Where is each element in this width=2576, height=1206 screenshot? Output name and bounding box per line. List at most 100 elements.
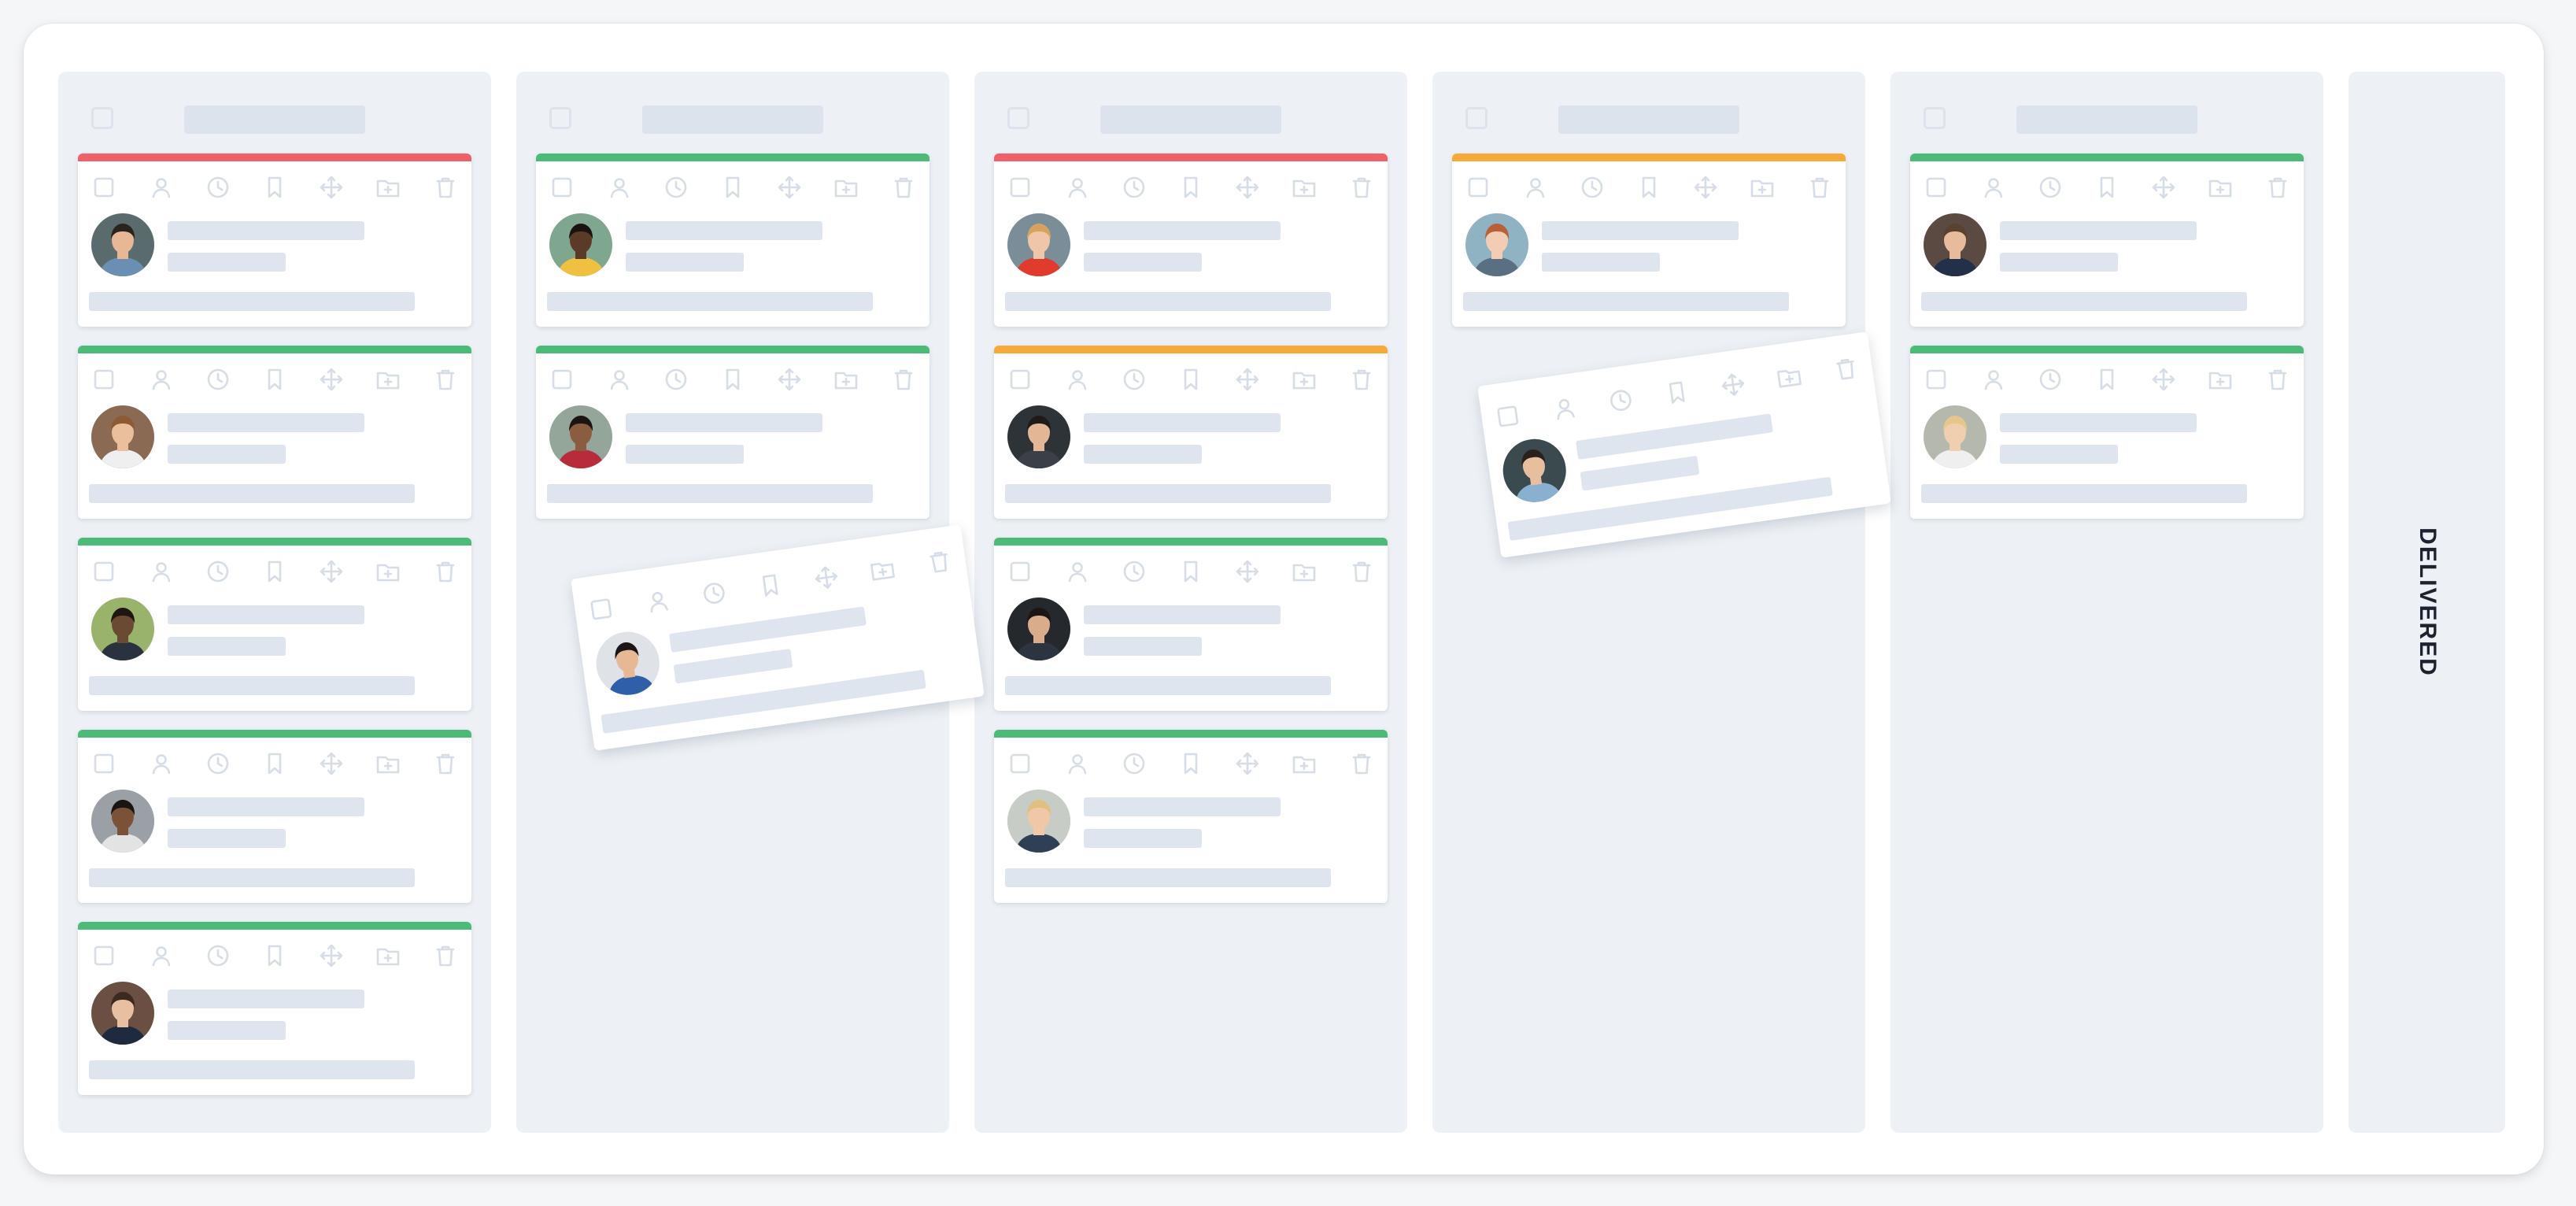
user-icon[interactable] <box>1522 174 1549 201</box>
folder-add-icon[interactable] <box>833 174 859 201</box>
task-card[interactable] <box>536 154 930 327</box>
trash-icon[interactable] <box>890 366 917 393</box>
trash-icon[interactable] <box>1806 174 1833 201</box>
user-icon[interactable] <box>148 942 175 969</box>
folder-add-icon[interactable] <box>375 366 401 393</box>
move-icon[interactable] <box>318 366 345 393</box>
user-icon[interactable] <box>1064 366 1091 393</box>
move-icon[interactable] <box>811 562 841 592</box>
trash-icon[interactable] <box>1831 353 1861 383</box>
user-icon[interactable] <box>148 558 175 585</box>
bookmark-icon[interactable] <box>261 558 288 585</box>
clock-icon[interactable] <box>1606 385 1635 415</box>
move-icon[interactable] <box>1234 750 1261 777</box>
checkbox-icon[interactable] <box>91 174 117 201</box>
clock-icon[interactable] <box>1121 174 1148 201</box>
folder-add-icon[interactable] <box>1291 750 1318 777</box>
folder-add-icon[interactable] <box>1291 174 1318 201</box>
checkbox-icon[interactable] <box>1493 401 1523 431</box>
clock-icon[interactable] <box>205 366 231 393</box>
checkbox-icon[interactable] <box>549 366 575 393</box>
trash-icon[interactable] <box>2264 366 2291 393</box>
move-icon[interactable] <box>318 750 345 777</box>
folder-add-icon[interactable] <box>375 558 401 585</box>
clock-icon[interactable] <box>2037 366 2064 393</box>
clock-icon[interactable] <box>699 578 729 608</box>
folder-add-icon[interactable] <box>1774 361 1804 391</box>
checkbox-icon[interactable] <box>1923 174 1950 201</box>
move-icon[interactable] <box>776 174 803 201</box>
clock-icon[interactable] <box>205 174 231 201</box>
trash-icon[interactable] <box>432 942 459 969</box>
folder-add-icon[interactable] <box>1749 174 1776 201</box>
folder-add-icon[interactable] <box>833 366 859 393</box>
checkbox-icon[interactable] <box>91 558 117 585</box>
trash-icon[interactable] <box>1348 558 1375 585</box>
column-select-checkbox[interactable] <box>91 107 113 129</box>
delivered-column[interactable]: DELIVERED <box>2349 72 2505 1133</box>
task-card[interactable] <box>536 346 930 519</box>
move-icon[interactable] <box>1234 174 1261 201</box>
user-icon[interactable] <box>1064 174 1091 201</box>
checkbox-icon[interactable] <box>91 942 117 969</box>
clock-icon[interactable] <box>1579 174 1606 201</box>
trash-icon[interactable] <box>1348 750 1375 777</box>
trash-icon[interactable] <box>432 558 459 585</box>
trash-icon[interactable] <box>432 366 459 393</box>
checkbox-icon[interactable] <box>91 366 117 393</box>
checkbox-icon[interactable] <box>1465 174 1491 201</box>
task-card[interactable] <box>1910 154 2304 327</box>
checkbox-icon[interactable] <box>91 750 117 777</box>
move-icon[interactable] <box>318 558 345 585</box>
folder-add-icon[interactable] <box>1291 558 1318 585</box>
task-card[interactable] <box>1452 154 1846 327</box>
task-card[interactable] <box>78 154 471 327</box>
trash-icon[interactable] <box>890 174 917 201</box>
move-icon[interactable] <box>1718 369 1748 399</box>
user-icon[interactable] <box>606 366 633 393</box>
column-select-checkbox[interactable] <box>1007 107 1029 129</box>
user-icon[interactable] <box>1980 366 2007 393</box>
trash-icon[interactable] <box>432 750 459 777</box>
clock-icon[interactable] <box>663 174 689 201</box>
bookmark-icon[interactable] <box>755 570 785 600</box>
task-card[interactable] <box>994 346 1388 519</box>
column-select-checkbox[interactable] <box>1465 107 1488 129</box>
checkbox-icon[interactable] <box>586 594 616 624</box>
bookmark-icon[interactable] <box>1661 377 1691 407</box>
user-icon[interactable] <box>1550 393 1580 423</box>
folder-add-icon[interactable] <box>375 174 401 201</box>
task-card[interactable] <box>1910 346 2304 519</box>
folder-add-icon[interactable] <box>375 942 401 969</box>
clock-icon[interactable] <box>1121 750 1148 777</box>
task-card[interactable] <box>78 922 471 1095</box>
user-icon[interactable] <box>606 174 633 201</box>
user-icon[interactable] <box>643 586 673 616</box>
checkbox-icon[interactable] <box>1007 558 1033 585</box>
task-card[interactable] <box>78 346 471 519</box>
move-icon[interactable] <box>318 942 345 969</box>
clock-icon[interactable] <box>1121 366 1148 393</box>
folder-add-icon[interactable] <box>2207 174 2234 201</box>
clock-icon[interactable] <box>663 366 689 393</box>
bookmark-icon[interactable] <box>1177 366 1204 393</box>
checkbox-icon[interactable] <box>549 174 575 201</box>
bookmark-icon[interactable] <box>2094 366 2120 393</box>
bookmark-icon[interactable] <box>261 750 288 777</box>
task-card[interactable] <box>994 538 1388 711</box>
trash-icon[interactable] <box>924 546 954 576</box>
user-icon[interactable] <box>1064 558 1091 585</box>
clock-icon[interactable] <box>2037 174 2064 201</box>
clock-icon[interactable] <box>205 558 231 585</box>
bookmark-icon[interactable] <box>719 174 746 201</box>
checkbox-icon[interactable] <box>1007 366 1033 393</box>
trash-icon[interactable] <box>432 174 459 201</box>
trash-icon[interactable] <box>1348 174 1375 201</box>
task-card[interactable] <box>994 154 1388 327</box>
user-icon[interactable] <box>148 366 175 393</box>
move-icon[interactable] <box>1234 366 1261 393</box>
checkbox-icon[interactable] <box>1923 366 1950 393</box>
bookmark-icon[interactable] <box>2094 174 2120 201</box>
clock-icon[interactable] <box>205 750 231 777</box>
column-select-checkbox[interactable] <box>1924 107 1946 129</box>
